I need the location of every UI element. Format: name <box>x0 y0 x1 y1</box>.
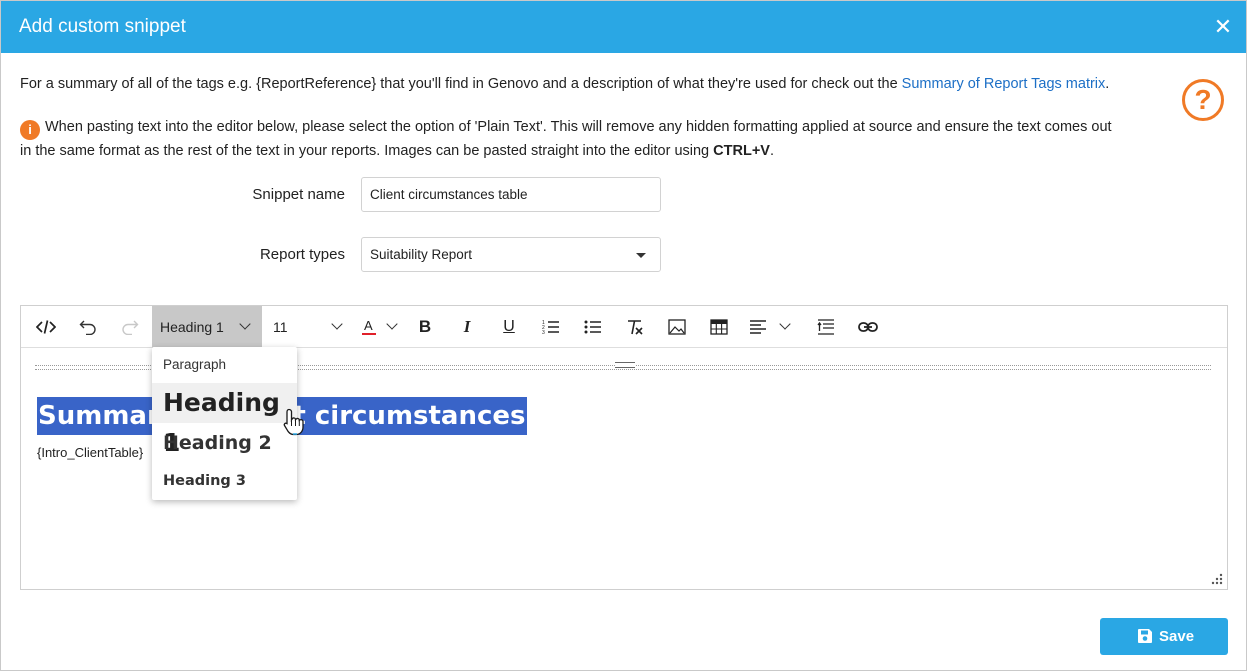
tags-info-text: For a summary of all of the tags e.g. {R… <box>20 73 1109 96</box>
save-button[interactable]: Save <box>1100 618 1228 655</box>
floppy-disk-icon <box>1138 629 1152 643</box>
resize-handle-icon[interactable] <box>1211 573 1223 585</box>
snippet-tag[interactable]: {Intro_ClientTable} <box>37 445 143 460</box>
snippet-name-input[interactable] <box>361 177 661 212</box>
chevron-down-icon <box>386 318 398 330</box>
report-types-label: Report types <box>259 246 345 263</box>
link-icon[interactable] <box>857 306 879 348</box>
font-color-icon[interactable]: A <box>359 306 403 348</box>
info-circle-icon: i <box>20 120 40 140</box>
dialog-header: Add custom snippet ✕ <box>1 1 1246 53</box>
paste-warning-period: . <box>769 143 774 159</box>
redo-icon[interactable] <box>119 306 141 348</box>
paste-warning: i When pasting text into the editor below… <box>20 116 1170 163</box>
save-button-label: Save <box>1159 628 1195 645</box>
chevron-down-icon <box>239 318 251 330</box>
editor-toolbar: Heading 1 11 A B I U 123 <box>21 306 1227 348</box>
bullet-list-icon[interactable] <box>582 306 604 348</box>
add-custom-snippet-dialog: Add custom snippet ✕ For a summary of al… <box>0 0 1247 671</box>
image-icon[interactable] <box>666 306 688 348</box>
tags-info-period: . <box>1105 76 1110 92</box>
tags-info-body: For a summary of all of the tags e.g. {R… <box>20 76 902 92</box>
italic-icon[interactable]: I <box>456 306 478 348</box>
snippet-name-label: Snippet name <box>252 186 345 203</box>
paste-warning-line-2: in the same format as the rest of the te… <box>20 143 714 159</box>
report-types-value: Suitability Report <box>370 247 473 262</box>
block-format-value: Heading 1 <box>160 319 224 335</box>
menu-item-heading-1[interactable]: Heading 1 <box>152 383 297 457</box>
paste-shortcut: CTRL+V <box>713 143 770 159</box>
clear-formatting-icon[interactable] <box>624 306 646 348</box>
menu-item-heading-3[interactable]: Heading 3 <box>152 463 297 499</box>
undo-icon[interactable] <box>77 306 99 348</box>
block-format-menu: Paragraph Heading 1 Heading 2 Heading 3 <box>152 347 297 500</box>
report-tags-matrix-link[interactable]: Summary of Report Tags matrix <box>902 76 1106 92</box>
font-color-swatch <box>362 333 376 335</box>
font-size-select[interactable]: 11 <box>267 306 351 348</box>
line-height-icon[interactable] <box>815 306 837 348</box>
menu-item-heading-2[interactable]: Heading 2 <box>152 424 297 462</box>
numbered-list-icon[interactable]: 123 <box>540 306 562 348</box>
dialog-title: Add custom snippet <box>19 16 186 37</box>
align-left-icon[interactable] <box>748 306 796 348</box>
paste-warning-line-1: When pasting text into the editor below,… <box>45 119 1112 135</box>
close-icon[interactable]: ✕ <box>1210 14 1236 40</box>
chevron-down-icon <box>779 318 791 330</box>
block-format-select[interactable]: Heading 1 <box>152 306 262 348</box>
table-icon[interactable] <box>708 306 730 348</box>
underline-icon[interactable]: U <box>498 306 520 348</box>
page-break-handle[interactable] <box>615 362 635 368</box>
source-code-icon[interactable] <box>33 306 59 348</box>
menu-item-paragraph[interactable]: Paragraph <box>152 347 297 383</box>
bold-icon[interactable]: B <box>414 306 436 348</box>
report-types-select[interactable]: Suitability Report <box>361 237 661 272</box>
chevron-down-icon <box>331 318 343 330</box>
svg-text:3: 3 <box>542 330 545 335</box>
font-size-value: 11 <box>273 319 288 335</box>
caret-down-icon <box>636 253 646 258</box>
question-circle-icon[interactable]: ? <box>1182 79 1224 121</box>
